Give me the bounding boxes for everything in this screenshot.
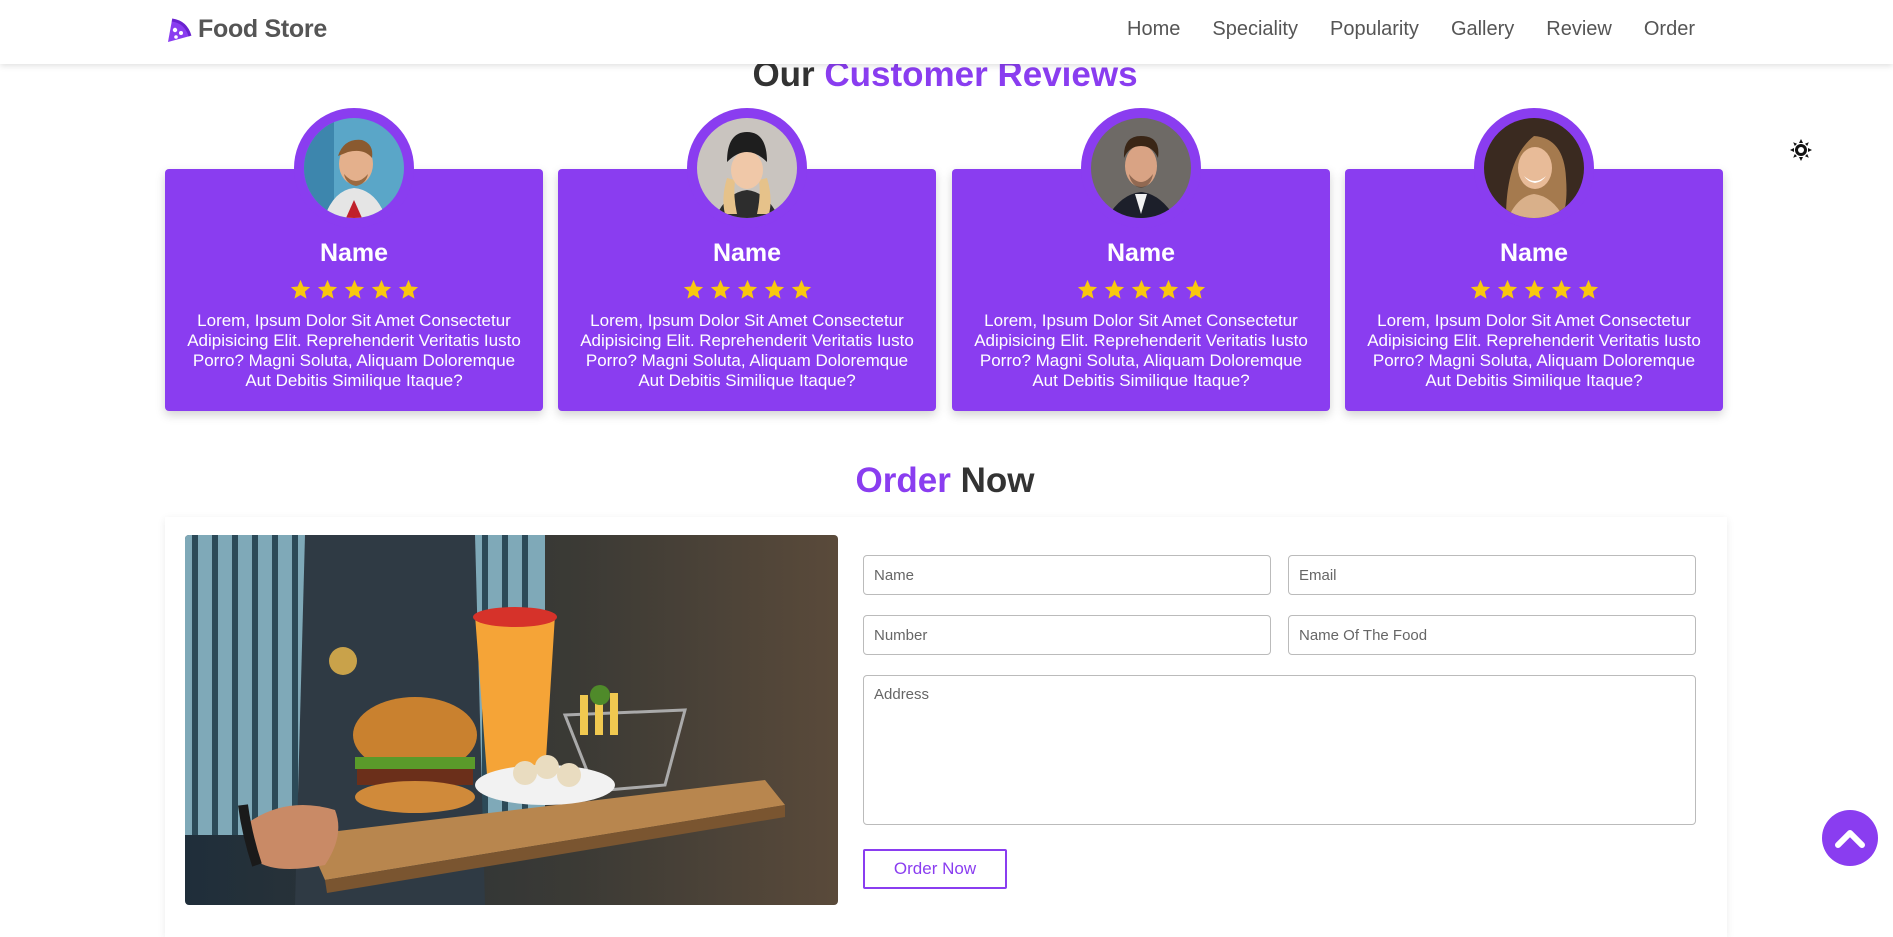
review-text: Lorem, Ipsum Dolor Sit Amet Consectetur … [187, 311, 521, 390]
star-rating [952, 278, 1330, 301]
avatar-ring [1474, 108, 1594, 228]
avatar [1484, 118, 1584, 218]
star-icon [710, 279, 730, 299]
star-icon [398, 279, 418, 299]
brand-name: Food Store [198, 15, 327, 43]
star-icon [1470, 279, 1490, 299]
star-icon [1104, 279, 1124, 299]
star-icon [683, 279, 703, 299]
nav-speciality[interactable]: Speciality [1212, 18, 1298, 41]
number-input[interactable] [863, 615, 1271, 655]
pizza-slice-icon [168, 18, 192, 42]
star-icon [1131, 279, 1151, 299]
review-text: Lorem, Ipsum Dolor Sit Amet Consectetur … [1367, 311, 1701, 390]
avatar [697, 118, 797, 218]
address-input[interactable] [863, 675, 1696, 825]
avatar-ring [1081, 108, 1201, 228]
star-icon [317, 279, 337, 299]
nav-review[interactable]: Review [1546, 18, 1612, 41]
order-section: Order Now [165, 517, 1727, 937]
reviewer-name: Name [1499, 239, 1569, 267]
star-icon [371, 279, 391, 299]
nav-order[interactable]: Order [1644, 18, 1695, 41]
avatar-ring [687, 108, 807, 228]
avatar-ring [294, 108, 414, 228]
order-now-button[interactable]: Order Now [863, 849, 1007, 889]
star-icon [290, 279, 310, 299]
order-heading-plain: Now [950, 461, 1035, 500]
star-icon [1578, 279, 1598, 299]
star-icon [1158, 279, 1178, 299]
nav-popularity[interactable]: Popularity [1330, 18, 1419, 41]
star-rating [1345, 278, 1723, 301]
email-input[interactable] [1288, 555, 1696, 595]
reviewer-name: Name [1106, 239, 1176, 267]
avatar [1091, 118, 1191, 218]
review-text: Lorem, Ipsum Dolor Sit Amet Consectetur … [580, 311, 914, 390]
star-icon [791, 279, 811, 299]
avatar [304, 118, 404, 218]
star-icon [1185, 279, 1205, 299]
review-text: Lorem, Ipsum Dolor Sit Amet Consectetur … [974, 311, 1308, 390]
food-name-input[interactable] [1288, 615, 1696, 655]
order-food-image [185, 535, 838, 905]
brand-logo[interactable]: Food Store [164, 15, 327, 44]
main-nav: Home Speciality Popularity Gallery Revie… [1127, 18, 1695, 41]
site-header: Food Store Home Speciality Popularity Ga… [0, 0, 1893, 64]
chevron-up-icon [1835, 830, 1865, 848]
scroll-top-button[interactable] [1822, 810, 1878, 866]
reviewer-name: Name [712, 239, 782, 267]
star-icon [737, 279, 757, 299]
sun-icon[interactable] [1789, 138, 1813, 162]
star-icon [1497, 279, 1517, 299]
name-input[interactable] [863, 555, 1271, 595]
reviewer-name: Name [319, 239, 389, 267]
nav-gallery[interactable]: Gallery [1451, 18, 1514, 41]
order-heading-accent: Order [855, 461, 951, 500]
nav-home[interactable]: Home [1127, 18, 1180, 41]
star-rating [558, 278, 936, 301]
star-icon [1524, 279, 1544, 299]
star-icon [1551, 279, 1571, 299]
star-rating [165, 278, 543, 301]
reviews-section: Name Lorem, Ipsum Dolor Sit Amet Consect… [165, 108, 1727, 413]
star-icon [764, 279, 784, 299]
star-icon [344, 279, 364, 299]
star-icon [1077, 279, 1097, 299]
order-heading: Order Now [0, 461, 1890, 501]
